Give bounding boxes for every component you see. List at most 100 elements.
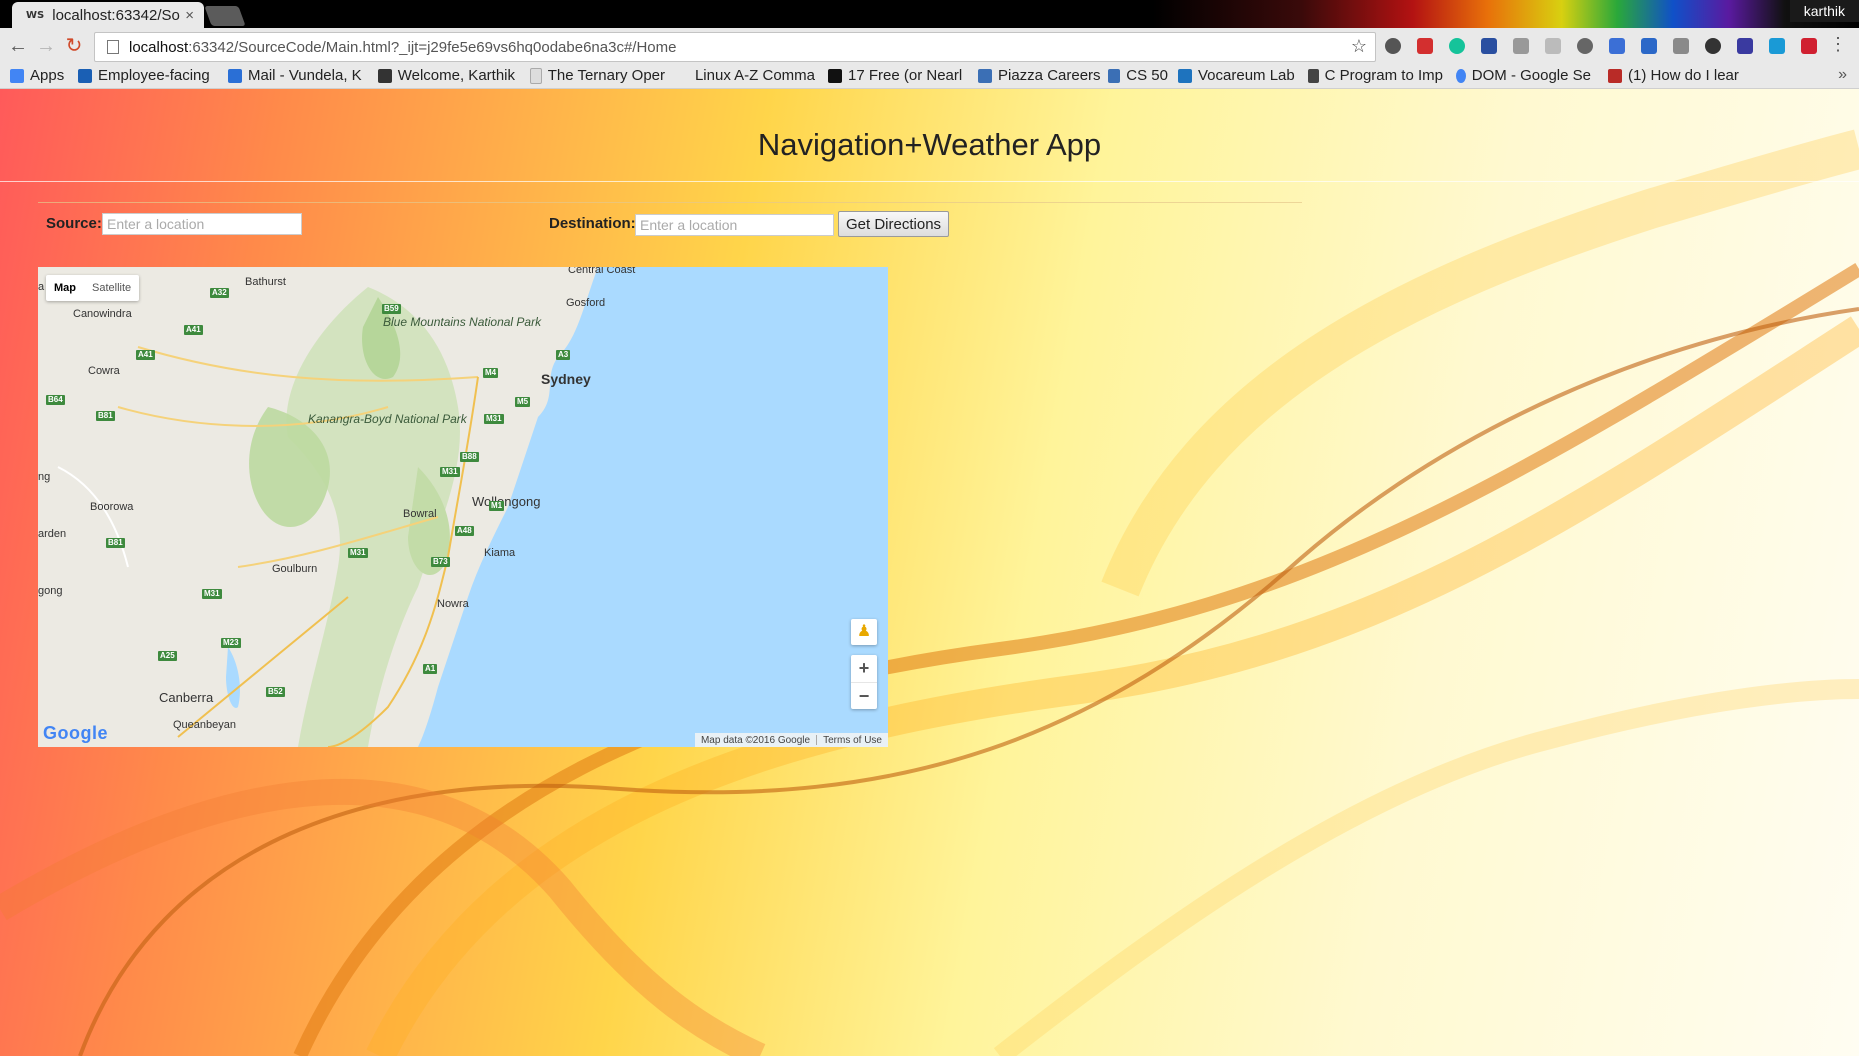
bookmark-employee-facing[interactable]: Employee-facing (78, 67, 213, 84)
zoom-in-button[interactable]: + (851, 655, 877, 683)
extension-dot-icon[interactable] (1577, 38, 1593, 54)
translate-icon[interactable] (1641, 38, 1657, 54)
extension-r-icon[interactable] (1609, 38, 1625, 54)
forward-icon[interactable]: → (36, 36, 56, 56)
get-directions-button[interactable]: Get Directions (838, 211, 950, 237)
url-path: :63342/SourceCode/Main.html?_ijt=j29fe5e… (188, 38, 677, 56)
road-shield: B81 (96, 411, 115, 421)
google-icon (1456, 68, 1466, 83)
road-shield: A32 (210, 288, 229, 298)
extension-arrow-icon[interactable] (1545, 38, 1561, 54)
map-city-label: gong (38, 585, 63, 597)
road-shield: M31 (484, 414, 504, 424)
bookmark-label: C Program to Imp (1324, 67, 1443, 84)
bookmark-star-icon[interactable]: ☆ (1351, 36, 1367, 57)
bookmark-c-program[interactable]: C Program to Imp (1308, 67, 1443, 84)
map-city-label: Canberra (159, 690, 214, 705)
source-input[interactable] (102, 213, 302, 235)
road-shield: M4 (483, 368, 499, 378)
bookmark-dom-google[interactable]: DOM - Google Se (1456, 67, 1591, 84)
bookmark-favicon-icon (378, 68, 392, 83)
road-shield: A25 (158, 651, 177, 661)
bookmark-label: Piazza Careers (998, 67, 1101, 84)
extension-flag-icon[interactable] (1737, 38, 1753, 54)
map-city-label: Goulburn (272, 563, 318, 575)
browser-tab[interactable]: WS localhost:63342/So × (12, 2, 204, 28)
map-view[interactable]: Map Satellite Central Coast Bathurst Gos… (38, 267, 888, 747)
destination-input[interactable] (635, 214, 834, 236)
map-city-label: Queanbeyan (173, 719, 236, 731)
grammarly-icon[interactable] (1449, 38, 1465, 54)
bookmark-favicon-icon (1308, 68, 1319, 83)
map-city-label: arden (38, 528, 67, 540)
extension-cross-icon[interactable] (1801, 38, 1817, 54)
bookmark-apps[interactable]: Apps (10, 67, 70, 84)
address-bar[interactable]: localhost:63342/SourceCode/Main.html?_ij… (94, 32, 1376, 62)
browser-toolbar: ← → ↻ localhost:63342/SourceCode/Main.ht… (0, 28, 1859, 64)
road-shield: B81 (106, 538, 125, 548)
bookmark-label: Employee-facing (98, 67, 210, 84)
bookmark-quora[interactable]: (1) How do I lear (1608, 67, 1743, 84)
road-shield: B52 (266, 687, 285, 697)
bookmark-linux[interactable]: Linux A-Z Comma (680, 67, 815, 84)
piazza-icon (1108, 68, 1121, 83)
map-type-satellite-button[interactable]: Satellite (84, 275, 139, 301)
vocareum-icon (1178, 68, 1192, 83)
terms-of-use-link[interactable]: Terms of Use (817, 735, 888, 746)
road-shield: M1 (489, 501, 505, 511)
bookmark-vocareum[interactable]: Vocareum Lab (1178, 67, 1303, 84)
extension-face-icon[interactable] (1705, 38, 1721, 54)
bookmark-label: DOM - Google Se (1471, 67, 1591, 84)
bookmark-17-free[interactable]: 17 Free (or Nearl (828, 67, 963, 84)
zoom-control: + − (851, 655, 877, 709)
map-park-label: Blue Mountains National Park (383, 316, 541, 329)
back-icon[interactable]: ← (8, 36, 28, 56)
road-shield: A48 (455, 526, 474, 536)
tab-title: localhost:63342/So (52, 6, 180, 24)
new-tab-button[interactable] (204, 6, 246, 26)
map-city-label: Nowra (437, 598, 469, 610)
mail-icon (228, 68, 242, 83)
page-icon (107, 40, 119, 54)
browser-tabstrip: WS localhost:63342/So × karthik (0, 0, 1859, 28)
street-view-pegman-icon[interactable]: ♟ (851, 619, 877, 645)
google-logo-text: Google (43, 723, 108, 743)
extension-k-icon[interactable] (1673, 38, 1689, 54)
tab-close-icon[interactable]: × (185, 7, 194, 24)
extension-blue-icon[interactable] (1769, 38, 1785, 54)
quora-icon (1608, 68, 1622, 83)
map-data-text: Map data ©2016 Google (700, 734, 811, 746)
road-shield: M31 (348, 548, 368, 558)
zoom-out-button[interactable]: − (851, 683, 877, 710)
adblock-icon[interactable] (1417, 38, 1433, 54)
url-host: localhost (129, 38, 189, 56)
map-city-label: Boorowa (90, 501, 134, 513)
map-city-label: Cowra (88, 365, 120, 377)
bookmark-mail[interactable]: Mail - Vundela, K (228, 67, 363, 84)
reload-icon[interactable]: ↻ (64, 36, 84, 56)
road-shield: A41 (184, 325, 203, 335)
road-shield: M5 (515, 397, 531, 407)
map-city-label: ng (38, 471, 51, 483)
map-type-map-button[interactable]: Map (46, 275, 84, 301)
browser-menu-icon[interactable]: ⋮ (1829, 34, 1847, 55)
bookmarks-more-icon[interactable]: » (1838, 66, 1847, 84)
bookmark-label: Linux A-Z Comma (694, 67, 815, 84)
bookmark-ternary[interactable]: The Ternary Oper (530, 67, 665, 84)
title-divider (0, 181, 1859, 182)
google-logo: Google (43, 723, 108, 744)
extension-z-icon[interactable] (1481, 38, 1497, 54)
bookmark-label: Vocareum Lab (1198, 67, 1295, 84)
bookmark-piazza[interactable]: Piazza Careers (978, 67, 1103, 84)
road-shield: M31 (440, 467, 460, 477)
map-city-label: Central Coast (568, 267, 636, 276)
extension-compass-icon[interactable] (1385, 38, 1401, 54)
extension-location-icon[interactable] (1513, 38, 1529, 54)
road-shield: A3 (556, 350, 571, 360)
bookmark-cs50[interactable]: CS 50 (1108, 67, 1168, 84)
bookmark-welcome[interactable]: Welcome, Karthik (378, 67, 515, 84)
map-city-label: Kiama (484, 547, 516, 559)
tab-favicon: WS (26, 9, 45, 21)
road-shield: M31 (202, 589, 222, 599)
profile-button[interactable]: karthik (1789, 0, 1859, 22)
